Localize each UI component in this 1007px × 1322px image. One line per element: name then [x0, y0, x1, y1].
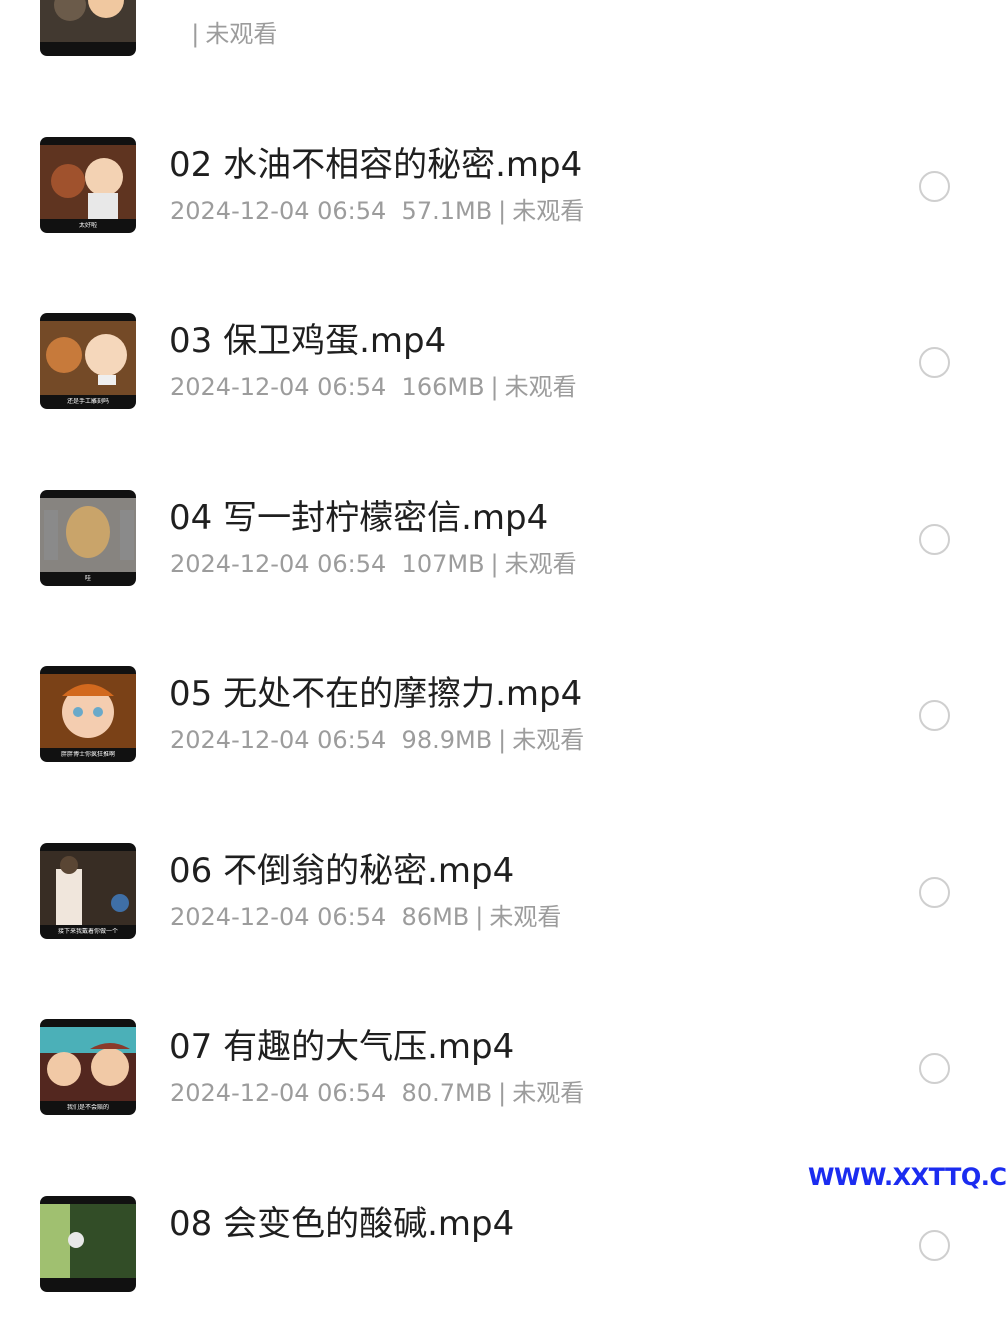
file-meta: 2024-12-04 06:54 57.1MB|未观看: [170, 195, 584, 227]
meta-separator: |: [498, 197, 506, 225]
select-radio[interactable]: [919, 171, 950, 202]
file-title: 02 水油不相容的秘密.mp4: [169, 143, 582, 187]
watermark: WWW.XXTTQ.COM: [808, 1163, 1007, 1191]
watch-status: 未观看: [505, 550, 577, 578]
thumbnail-caption: 太好啦: [40, 222, 136, 230]
file-title: 05 无处不在的摩擦力.mp4: [169, 672, 582, 716]
meta-separator: |: [491, 550, 499, 578]
video-thumbnail[interactable]: [40, 0, 136, 56]
file-title: 06 不倒翁的秘密.mp4: [169, 849, 514, 893]
file-title: 07 有趣的大气压.mp4: [169, 1025, 514, 1069]
thumbnail-caption: 还是手工雕刻吗: [40, 398, 136, 406]
select-radio[interactable]: [919, 1053, 950, 1084]
file-date: 2024-12-04 06:54: [170, 373, 386, 401]
watch-status: 未观看: [512, 1079, 584, 1107]
watch-status: 未观看: [205, 20, 277, 48]
file-title: 01: [169, 0, 212, 10]
file-date: 2024-12-04 06:54: [170, 903, 386, 931]
file-title: 08 会变色的酸碱.mp4: [169, 1202, 514, 1246]
select-radio[interactable]: [919, 347, 950, 378]
thumbnail-caption: 胖胖博士你疯狂推啊: [40, 751, 136, 759]
file-size: 166MB: [402, 373, 485, 401]
select-radio[interactable]: [919, 524, 950, 555]
thumbnail-caption: 我们是不会赔的: [40, 1104, 136, 1112]
meta-separator: |: [191, 20, 199, 48]
video-thumbnail[interactable]: 还是手工雕刻吗: [40, 313, 136, 409]
file-title: 03 保卫鸡蛋.mp4: [169, 319, 446, 363]
watch-status: 未观看: [489, 903, 561, 931]
list-item[interactable]: 胖胖博士你疯狂推啊 05 无处不在的摩擦力.mp4 2024-12-04 06:…: [0, 616, 1007, 793]
list-item[interactable]: 我们是不会赔的 07 有趣的大气压.mp4 2024-12-04 06:54 8…: [0, 969, 1007, 1146]
watch-status: 未观看: [512, 197, 584, 225]
file-meta: 2024-12-04 06:54 86MB|未观看: [170, 901, 561, 933]
file-meta: 2024-12-04 06:54 80.7MB|未观看: [170, 1077, 584, 1109]
file-title: 04 写一封柠檬密信.mp4: [169, 496, 548, 540]
file-date: 2024-12-04 06:54: [170, 726, 386, 754]
list-item[interactable]: 哇 04 写一封柠檬密信.mp4 2024-12-04 06:54 107MB|…: [0, 440, 1007, 617]
meta-separator: |: [491, 373, 499, 401]
select-radio[interactable]: [919, 700, 950, 731]
meta-separator: |: [498, 726, 506, 754]
video-thumbnail[interactable]: 哇: [40, 490, 136, 586]
thumbnail-caption: 接下来我戴着你做一个: [40, 928, 136, 936]
list-item[interactable]: 01 |未观看: [0, 0, 1007, 87]
select-radio[interactable]: [919, 877, 950, 908]
file-size: 86MB: [402, 903, 470, 931]
video-thumbnail[interactable]: 胖胖博士你疯狂推啊: [40, 666, 136, 762]
meta-separator: |: [475, 903, 483, 931]
video-thumbnail[interactable]: [40, 1196, 136, 1292]
video-thumbnail[interactable]: 我们是不会赔的: [40, 1019, 136, 1115]
file-meta: 2024-12-04 06:54 98.9MB|未观看: [170, 724, 584, 756]
file-date: 2024-12-04 06:54: [170, 550, 386, 578]
select-radio[interactable]: [919, 1230, 950, 1261]
file-date: 2024-12-04 06:54: [170, 197, 386, 225]
list-item[interactable]: 太好啦 02 水油不相容的秘密.mp4 2024-12-04 06:54 57.…: [0, 87, 1007, 264]
file-meta: 2024-12-04 06:54 107MB|未观看: [170, 548, 577, 580]
watch-status: 未观看: [512, 726, 584, 754]
file-size: 80.7MB: [402, 1079, 493, 1107]
video-file-list: 01 |未观看 太好啦 02 水油不相容的秘密.mp4 2024-12-04 0…: [0, 0, 1007, 1322]
video-thumbnail[interactable]: 太好啦: [40, 137, 136, 233]
file-date: 2024-12-04 06:54: [170, 1079, 386, 1107]
file-meta: 2024-12-04 06:54 166MB|未观看: [170, 371, 577, 403]
video-thumbnail[interactable]: 接下来我戴着你做一个: [40, 843, 136, 939]
file-size: 98.9MB: [402, 726, 493, 754]
file-size: 57.1MB: [402, 197, 493, 225]
file-meta: |未观看: [170, 18, 277, 50]
list-item[interactable]: 接下来我戴着你做一个 06 不倒翁的秘密.mp4 2024-12-04 06:5…: [0, 793, 1007, 970]
file-size: 107MB: [402, 550, 485, 578]
list-item[interactable]: 还是手工雕刻吗 03 保卫鸡蛋.mp4 2024-12-04 06:54 166…: [0, 263, 1007, 440]
meta-separator: |: [498, 1079, 506, 1107]
watch-status: 未观看: [505, 373, 577, 401]
thumbnail-caption: 哇: [40, 575, 136, 583]
